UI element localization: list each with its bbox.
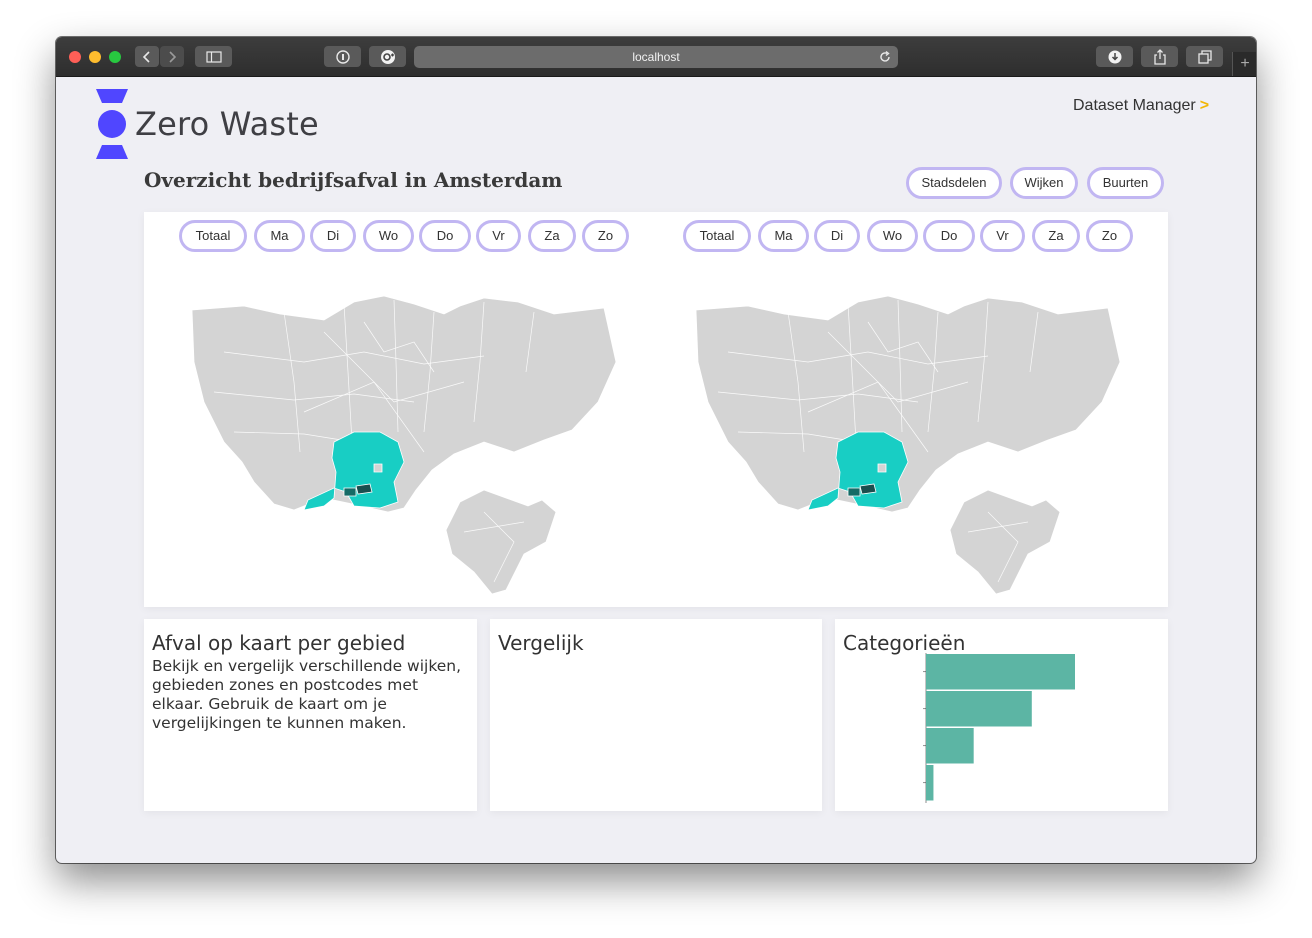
downloads-button[interactable] — [1096, 46, 1133, 67]
map-panel: Totaal Ma Di Wo Do Vr Za Zo Totaal Ma Di… — [144, 212, 1168, 607]
plus-icon: + — [1240, 55, 1250, 72]
close-window-button[interactable] — [69, 51, 81, 63]
dataset-manager-link[interactable]: Dataset Manager > — [1073, 97, 1209, 115]
level-button-buurten[interactable]: Buurten — [1087, 167, 1164, 199]
brand-name: Zero Waste — [135, 105, 319, 143]
category-bar-3 — [926, 728, 974, 764]
right-day-filter-di[interactable]: Di — [814, 220, 860, 252]
minimize-window-button[interactable] — [89, 51, 101, 63]
right-map-region-zuidoost — [949, 489, 1061, 595]
categories-card: Categorieën — [835, 619, 1168, 811]
browser-titlebar: localhost + — [56, 37, 1256, 77]
level-button-wijken[interactable]: Wijken — [1010, 167, 1078, 199]
new-tab-button[interactable]: + — [1232, 52, 1256, 76]
left-day-filter-di[interactable]: Di — [310, 220, 356, 252]
right-day-filter-do[interactable]: Do — [923, 220, 975, 252]
right-map-gap-area — [877, 463, 887, 473]
info-card: Afval op kaart per gebied Bekijk en verg… — [144, 619, 477, 811]
right-day-filter-ma[interactable]: Ma — [758, 220, 809, 252]
left-map-dark-area — [343, 487, 357, 497]
left-day-filter-do[interactable]: Do — [419, 220, 471, 252]
chevron-right-icon — [169, 50, 177, 63]
categories-card-title: Categorieën — [843, 631, 966, 655]
sidebar-toggle-button[interactable] — [195, 46, 232, 67]
right-amsterdam-map[interactable] — [688, 292, 1128, 597]
download-icon — [1108, 50, 1121, 63]
categories-bar-chart — [923, 653, 1075, 803]
info-card-title: Afval op kaart per gebied — [152, 631, 406, 655]
extension-icon — [380, 49, 395, 64]
left-day-filter-ma[interactable]: Ma — [254, 220, 305, 252]
extension-button[interactable] — [369, 46, 406, 67]
password-manager-button[interactable] — [324, 46, 361, 67]
compare-card: Vergelijk — [490, 619, 822, 811]
tabs-icon — [1197, 49, 1212, 64]
left-map-selected-area — [355, 483, 373, 495]
info-card-text: Bekijk en vergelijk verschillende wijken… — [152, 657, 462, 732]
left-day-filter-totaal[interactable]: Totaal — [179, 220, 247, 252]
address-bar[interactable]: localhost — [414, 46, 898, 68]
forward-button[interactable] — [160, 46, 184, 67]
left-day-filter-vr[interactable]: Vr — [476, 220, 521, 252]
sidebar-icon — [205, 50, 222, 63]
dataset-manager-label: Dataset Manager — [1073, 97, 1196, 114]
left-day-filter-za[interactable]: Za — [528, 220, 576, 252]
zoom-window-button[interactable] — [109, 51, 121, 63]
browser-window: localhost + Zero Waste Dataset Manager > … — [56, 37, 1256, 863]
category-bar-2 — [926, 691, 1032, 727]
right-day-filter-totaal[interactable]: Totaal — [683, 220, 751, 252]
right-map-dark-area — [847, 487, 861, 497]
right-map-selected-area — [859, 483, 877, 495]
compare-card-title: Vergelijk — [498, 631, 584, 655]
left-map-region-base — [191, 295, 617, 513]
left-day-filter-zo[interactable]: Zo — [582, 220, 629, 252]
left-map-region-zuidoost — [445, 489, 557, 595]
page-title: Overzicht bedrijfsafval in Amsterdam — [144, 168, 563, 192]
url-text: localhost — [632, 50, 680, 64]
left-map-gap-area — [373, 463, 383, 473]
right-day-filter-wo[interactable]: Wo — [867, 220, 918, 252]
category-bar-1 — [926, 654, 1075, 690]
password-icon — [335, 49, 350, 64]
chevron-right-icon: > — [1199, 97, 1210, 114]
right-map-region-base — [695, 295, 1121, 513]
left-day-filter-wo[interactable]: Wo — [363, 220, 414, 252]
share-icon — [1153, 48, 1166, 65]
tabs-overview-button[interactable] — [1186, 46, 1223, 67]
reload-icon[interactable] — [878, 50, 892, 64]
chevron-left-icon — [142, 50, 150, 63]
share-button[interactable] — [1141, 46, 1178, 67]
left-amsterdam-map[interactable] — [184, 292, 624, 597]
right-day-filter-za[interactable]: Za — [1032, 220, 1080, 252]
level-button-stadsdelen[interactable]: Stadsdelen — [906, 167, 1002, 199]
right-day-filter-zo[interactable]: Zo — [1086, 220, 1133, 252]
category-bar-4 — [926, 765, 934, 801]
right-day-filter-vr[interactable]: Vr — [980, 220, 1025, 252]
back-button[interactable] — [135, 46, 159, 67]
zero-waste-logo — [96, 89, 128, 159]
